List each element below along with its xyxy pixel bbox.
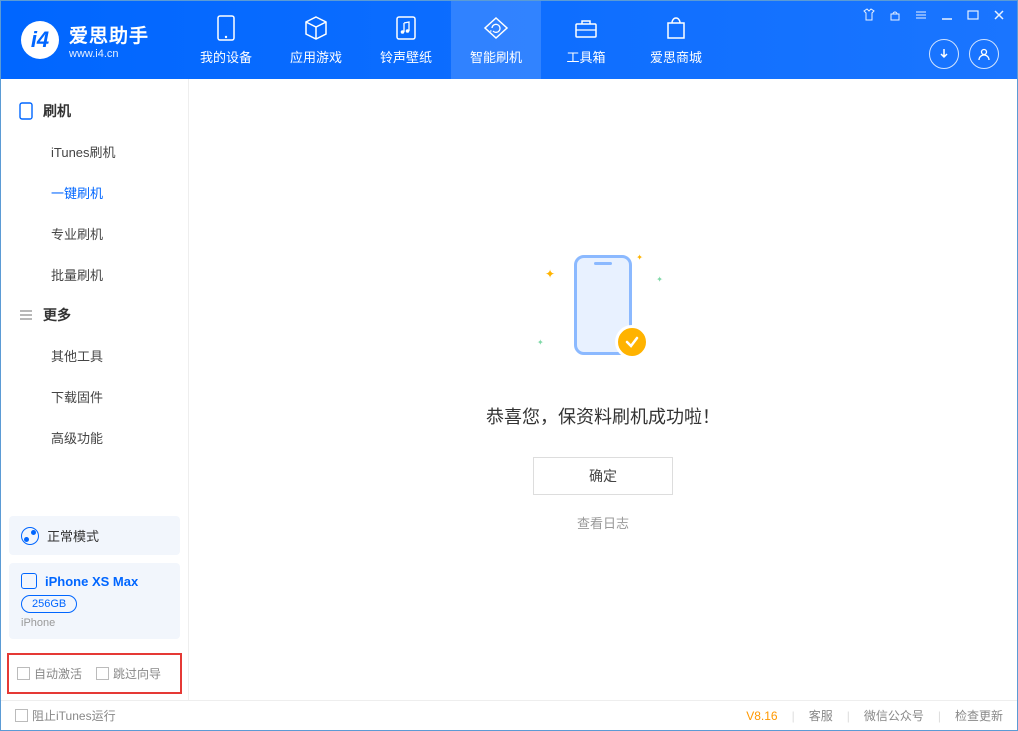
tab-label: 工具箱 [566, 47, 605, 66]
sidebar-item-other-tools[interactable]: 其他工具 [1, 335, 188, 376]
list-icon [19, 308, 33, 322]
success-message: 恭喜您，保资料刷机成功啦！ [486, 403, 720, 429]
device-box[interactable]: iPhone XS Max 256GB iPhone [9, 563, 180, 639]
app-title: 爱思助手 [69, 21, 149, 48]
phone-icon [19, 102, 33, 120]
tab-apps-games[interactable]: 应用游戏 [271, 1, 361, 79]
device-type: iPhone [21, 617, 168, 629]
view-log-link[interactable]: 查看日志 [577, 513, 629, 532]
sparkle-icon: ✦ [636, 253, 643, 262]
mode-icon [21, 527, 39, 545]
checkbox-icon [15, 709, 28, 722]
cube-icon [303, 15, 329, 41]
block-itunes-checkbox[interactable]: 阻止iTunes运行 [15, 707, 116, 724]
version-label: V8.16 [746, 709, 777, 723]
success-illustration: ✦ ✦ ✦ ✦ [533, 247, 673, 377]
tab-label: 我的设备 [200, 47, 252, 66]
sidebar: 刷机 iTunes刷机 一键刷机 专业刷机 批量刷机 更多 其他工具 下载固件 … [1, 79, 189, 700]
sidebar-item-download-firmware[interactable]: 下载固件 [1, 376, 188, 417]
device-name: iPhone XS Max [45, 574, 138, 589]
user-button[interactable] [969, 39, 999, 69]
menu-icon[interactable] [913, 7, 929, 23]
storage-badge: 256GB [21, 595, 77, 613]
sidebar-section-more: 更多 [1, 295, 188, 335]
logo-area: i4 爱思助手 www.i4.cn [1, 21, 181, 60]
tab-store[interactable]: 爱思商城 [631, 1, 721, 79]
device-small-icon [21, 573, 37, 589]
tab-my-device[interactable]: 我的设备 [181, 1, 271, 79]
sidebar-item-itunes-flash[interactable]: iTunes刷机 [1, 131, 188, 172]
tab-label: 铃声壁纸 [380, 47, 432, 66]
window-controls [861, 7, 1007, 23]
shirt-icon[interactable] [861, 7, 877, 23]
sidebar-item-pro-flash[interactable]: 专业刷机 [1, 213, 188, 254]
toolbox-icon [573, 15, 599, 41]
close-icon[interactable] [991, 7, 1007, 23]
content-area: ✦ ✦ ✦ ✦ 恭喜您，保资料刷机成功啦！ 确定 查看日志 [189, 79, 1017, 700]
check-update-link[interactable]: 检查更新 [955, 707, 1003, 724]
device-icon [213, 15, 239, 41]
bag-icon [663, 15, 689, 41]
tab-smart-flash[interactable]: 智能刷机 [451, 1, 541, 79]
logo-icon: i4 [21, 21, 59, 59]
checkbox-icon [17, 667, 30, 680]
checkbox-row-highlighted: 自动激活 跳过向导 [7, 653, 182, 694]
app-header: i4 爱思助手 www.i4.cn 我的设备 应用游戏 铃声壁纸 智能刷机 工具… [1, 1, 1017, 79]
customer-service-link[interactable]: 客服 [809, 707, 833, 724]
refresh-icon [483, 15, 509, 41]
lock-icon[interactable] [887, 7, 903, 23]
tab-label: 应用游戏 [290, 47, 342, 66]
footer: 阻止iTunes运行 V8.16 | 客服 | 微信公众号 | 检查更新 [1, 700, 1017, 730]
sidebar-section-flash: 刷机 [1, 91, 188, 131]
download-button[interactable] [929, 39, 959, 69]
sparkle-icon: ✦ [545, 267, 555, 281]
mode-box[interactable]: 正常模式 [9, 516, 180, 555]
sidebar-item-batch-flash[interactable]: 批量刷机 [1, 254, 188, 295]
tab-label: 智能刷机 [470, 47, 522, 66]
tab-ringtones-wallpapers[interactable]: 铃声壁纸 [361, 1, 451, 79]
sparkle-icon: ✦ [656, 275, 663, 284]
mode-label: 正常模式 [47, 526, 99, 545]
minimize-icon[interactable] [939, 7, 955, 23]
sparkle-icon: ✦ [537, 338, 544, 347]
app-subtitle: www.i4.cn [69, 48, 149, 60]
top-tabs: 我的设备 应用游戏 铃声壁纸 智能刷机 工具箱 爱思商城 [181, 1, 721, 79]
music-icon [393, 15, 419, 41]
check-badge-icon [615, 325, 649, 359]
sidebar-item-advanced[interactable]: 高级功能 [1, 417, 188, 458]
tab-toolbox[interactable]: 工具箱 [541, 1, 631, 79]
checkbox-icon [96, 667, 109, 680]
maximize-icon[interactable] [965, 7, 981, 23]
wechat-link[interactable]: 微信公众号 [864, 707, 924, 724]
ok-button[interactable]: 确定 [533, 457, 673, 495]
skip-guide-checkbox[interactable]: 跳过向导 [96, 665, 161, 682]
tab-label: 爱思商城 [650, 47, 702, 66]
auto-activate-checkbox[interactable]: 自动激活 [17, 665, 82, 682]
sidebar-item-oneclick-flash[interactable]: 一键刷机 [1, 172, 188, 213]
